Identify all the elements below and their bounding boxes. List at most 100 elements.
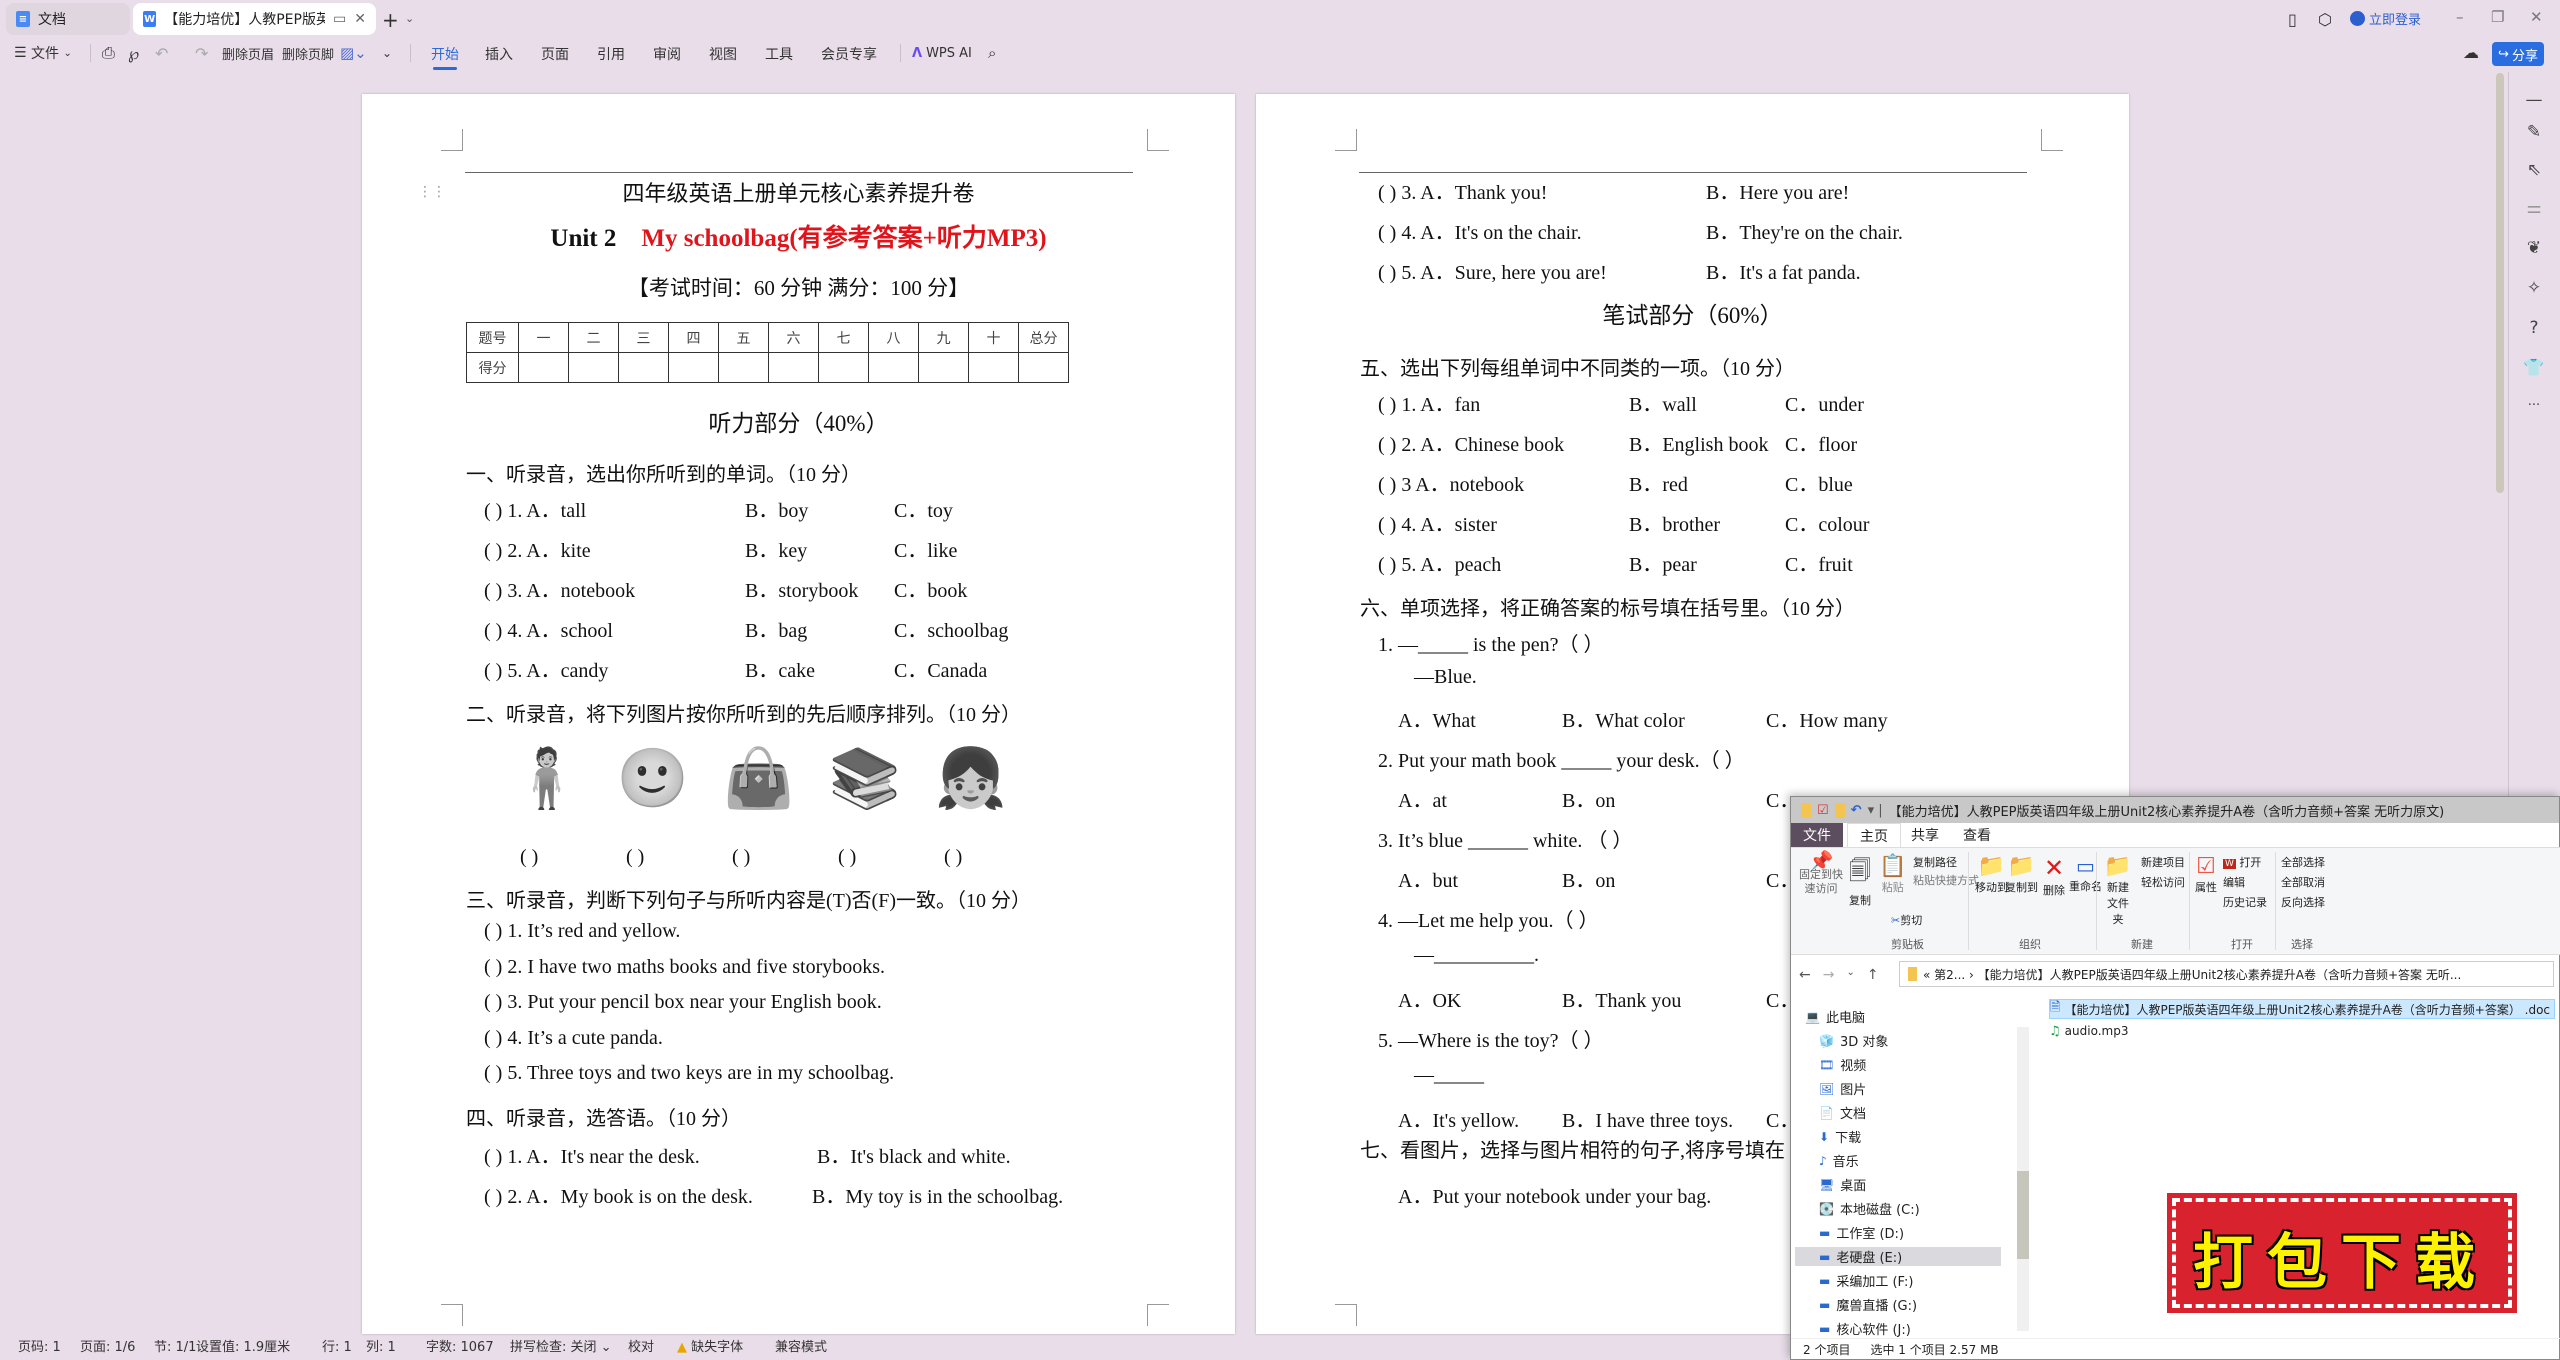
nav-item[interactable]: ▬ 工作室 (D:) <box>1819 1223 1904 1243</box>
nav-item[interactable]: ♪ 音乐 <box>1819 1151 1859 1171</box>
vertical-scrollbar[interactable] <box>2496 73 2504 493</box>
wps-ai-button[interactable]: Λ WPS AI <box>912 38 972 68</box>
address-bar[interactable]: « 第2... › 【能力培优】人教PEP版英语四年级上册Unit2核心素养提升… <box>1899 961 2554 987</box>
status-item[interactable]: 校对 <box>628 1336 654 1355</box>
rename-button[interactable]: ▭ 重命名 <box>2069 854 2102 894</box>
score-cell[interactable] <box>1018 352 1069 383</box>
score-cell[interactable] <box>718 352 769 383</box>
score-cell[interactable] <box>618 352 669 383</box>
nav-item[interactable]: 🎞 视频 <box>1819 1055 1866 1075</box>
delete-footer-button[interactable]: 删除页脚 <box>282 38 334 68</box>
tab-references[interactable]: 引用 <box>597 44 625 64</box>
ribbon-tab-file[interactable]: 文件 <box>1791 823 1843 847</box>
tab-home[interactable]: 开始 <box>431 44 459 70</box>
cloud-upload-icon[interactable]: ☁ <box>2463 43 2479 62</box>
sliders-icon[interactable]: ⚌ <box>2523 198 2545 220</box>
redo-icon[interactable]: ↷ <box>195 38 208 68</box>
nav-item[interactable]: ▬ 核心软件 (J:) <box>1819 1319 1911 1339</box>
select-none-button[interactable]: 全部取消 <box>2281 874 2325 890</box>
up-icon[interactable]: ↑ <box>1867 967 1879 983</box>
back-icon[interactable]: ← <box>1799 967 1811 983</box>
score-cell[interactable] <box>568 352 619 383</box>
more-chevron-icon[interactable]: ⌄ <box>382 38 392 68</box>
undo-icon[interactable]: ↶ <box>155 38 168 68</box>
explorer-titlebar[interactable]: ☑ ↶ ▾ | 【能力培优】人教PEP版英语四年级上册Unit2核心素养提升A卷… <box>1791 797 2559 823</box>
help-icon[interactable]: ? <box>2523 318 2545 340</box>
format-painter-icon[interactable]: ℘ <box>128 38 139 68</box>
nav-item[interactable]: ▬ 老硬盘 (E:) <box>1795 1247 2001 1266</box>
score-cell[interactable] <box>668 352 719 383</box>
undo-icon[interactable]: ↶ <box>1851 803 1862 818</box>
tab-review[interactable]: 审阅 <box>653 44 681 64</box>
move-to-button[interactable]: 📁 移动到 <box>1975 854 2008 895</box>
nav-item[interactable]: ▬ 采编加工 (F:) <box>1819 1271 1913 1291</box>
theme-icon[interactable]: ❦ <box>2523 238 2545 260</box>
delete-button[interactable]: ✕ 删除 <box>2043 854 2065 898</box>
share-button[interactable]: ↪ 分享 <box>2492 42 2544 66</box>
copy-to-button[interactable]: 📁 复制到 <box>2005 854 2038 895</box>
bundle-download-button[interactable]: 打包下载 <box>2160 1178 2530 1318</box>
tab-docs[interactable]: ≡ 文档 <box>6 3 130 35</box>
missing-font-button[interactable]: ▲ 缺失字体 <box>677 1336 743 1355</box>
paste-shortcut-button[interactable]: 粘贴快捷方式 <box>1913 872 1979 888</box>
invert-selection-button[interactable]: 反向选择 <box>2281 894 2325 910</box>
new-item-button[interactable]: 新建项目 <box>2141 854 2185 870</box>
cube-icon[interactable]: ⬡ <box>2318 10 2332 29</box>
edit-button[interactable]: 编辑 <box>2223 874 2245 890</box>
ribbon-tab-home[interactable]: 主页 <box>1847 823 1901 847</box>
easy-access-button[interactable]: 轻松访问 <box>2141 874 2185 890</box>
phone-icon[interactable]: ▯ <box>2288 10 2297 29</box>
tab-member[interactable]: 会员专享 <box>821 44 877 64</box>
magic-wand-icon[interactable]: ✧ <box>2523 278 2545 300</box>
nav-item[interactable]: 💻 此电脑 <box>1805 1007 1865 1027</box>
nav-item[interactable]: 🖥 桌面 <box>1819 1175 1866 1195</box>
restore-button[interactable]: ❐ <box>2491 8 2504 26</box>
history-button[interactable]: 历史记录 <box>2223 894 2267 910</box>
score-cell[interactable] <box>768 352 819 383</box>
close-tab-icon[interactable]: ✕ <box>354 11 366 27</box>
nav-item[interactable]: 📄 文档 <box>1819 1103 1866 1123</box>
chevron-down-icon[interactable]: ⌄ <box>405 12 414 25</box>
search-icon[interactable]: ⌕ <box>988 38 996 68</box>
collapse-icon[interactable]: — <box>2523 90 2545 112</box>
pin-quick-access-button[interactable]: 📌 固定到快速访问 <box>1799 851 1843 896</box>
score-cell[interactable] <box>918 352 969 383</box>
open-button[interactable]: W 打开 <box>2223 854 2261 870</box>
copy-path-button[interactable]: 复制路径 <box>1913 854 1957 870</box>
header-style-icon[interactable]: ▨⌄ <box>340 38 367 68</box>
copy-button[interactable]: 🗐 复制 <box>1849 854 1871 908</box>
close-window-button[interactable]: ✕ <box>2530 8 2543 26</box>
recent-icon[interactable]: ⌄ <box>1846 967 1854 983</box>
minimize-button[interactable]: – <box>2456 8 2464 26</box>
forward-icon[interactable]: → <box>1823 967 1835 983</box>
new-tab-button[interactable]: + <box>382 8 399 32</box>
skin-icon[interactable]: 👕 <box>2523 358 2545 380</box>
login-button[interactable]: 立即登录 <box>2350 9 2421 28</box>
screen-icon[interactable]: ▭ <box>333 11 346 27</box>
nav-item[interactable]: ▬ 魔兽直播 (G:) <box>1819 1295 1917 1315</box>
properties-qa-icon[interactable]: ☑ <box>1817 803 1829 818</box>
nav-item[interactable]: 💽 本地磁盘 (C:) <box>1819 1199 1920 1219</box>
score-cell[interactable] <box>968 352 1019 383</box>
ribbon-tab-view[interactable]: 查看 <box>1951 823 2003 847</box>
file-item[interactable]: 🗎 【能力培优】人教PEP版英语四年级上册Unit2核心素养提升A卷（含听力音频+… <box>2049 999 2556 1019</box>
nav-item[interactable]: 🧊 3D 对象 <box>1819 1031 1888 1051</box>
nav-item[interactable]: ⬇ 下载 <box>1819 1127 1861 1147</box>
status-item[interactable]: 兼容模式 <box>775 1336 827 1355</box>
cut-button[interactable]: ✂剪切 <box>1891 912 1922 928</box>
nav-scrollbar[interactable] <box>2017 1027 2029 1331</box>
paste-button[interactable]: 📋 粘贴 <box>1879 854 1906 895</box>
new-folder-button[interactable]: 📁 新建文件夹 <box>2103 854 2133 927</box>
cursor-icon[interactable]: ⇖ <box>2523 160 2545 182</box>
tab-page[interactable]: 页面 <box>541 44 569 64</box>
file-item[interactable]: ♫ audio.mp3 <box>2049 1021 2128 1041</box>
nav-item[interactable]: 🖼 图片 <box>1819 1079 1866 1099</box>
tab-insert[interactable]: 插入 <box>485 44 513 64</box>
tab-view[interactable]: 视图 <box>709 44 737 64</box>
ribbon-tab-share[interactable]: 共享 <box>1899 823 1951 847</box>
file-menu[interactable]: ☰ 文件 ⌄ <box>14 38 72 68</box>
status-item[interactable]: 拼写检查: 关闭 ⌄ <box>510 1336 612 1355</box>
delete-header-button[interactable]: 删除页眉 <box>222 38 274 68</box>
select-all-button[interactable]: 全部选择 <box>2281 854 2325 870</box>
tab-document[interactable]: W 【能力培优】人教PEP版英语四 ▭ ✕ <box>133 3 376 35</box>
